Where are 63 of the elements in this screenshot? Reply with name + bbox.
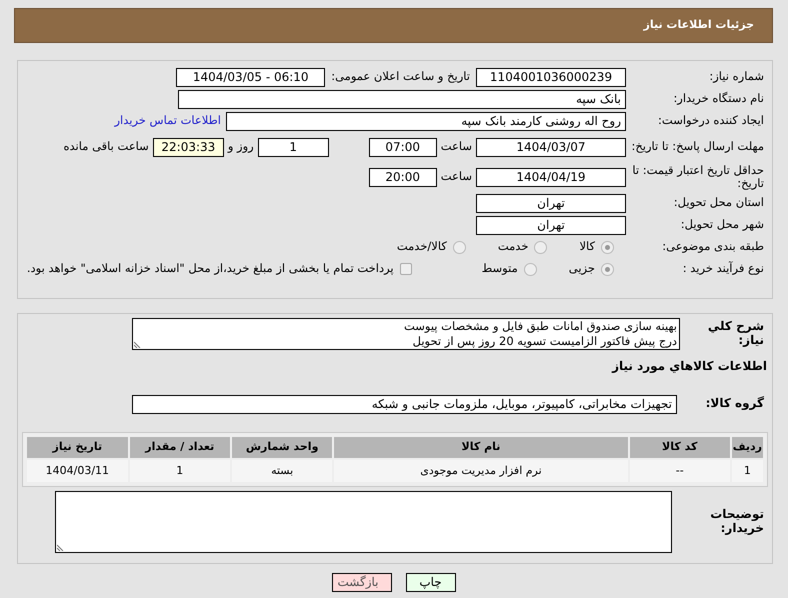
section-title: اطلاعات کالاهاي مورد نياز bbox=[610, 358, 768, 375]
contact-link[interactable]: اطلاعات تماس خریدار bbox=[114, 112, 221, 130]
table-cell: 1404/03/11 bbox=[27, 460, 128, 482]
table-cell: نرم افزار مدیریت موجودی bbox=[334, 460, 628, 482]
radio-button[interactable] bbox=[452, 240, 466, 254]
text-field[interactable]: 07:00 bbox=[368, 138, 437, 156]
countdown-field[interactable]: 22:03:33 bbox=[152, 138, 224, 156]
radio-label: کالا bbox=[579, 238, 595, 256]
checkbox-label: پرداخت تمام یا بخشی از مبلغ خرید،از محل "اسناد خزانه اسلامی" خواهد بود. bbox=[26, 260, 394, 278]
field-label: نام دستگاه خریدار: bbox=[672, 92, 765, 106]
description-textarea[interactable]: بهینه سازی صندوق امانات طبق فایل و مشخصات پیوست درج پیش فاکتور الزامیست تسویه 20 روز پس از تحویل bbox=[132, 318, 680, 350]
text-field[interactable]: روح اله روشنی کارمند بانک سپه bbox=[226, 112, 626, 130]
text-field[interactable]: 1404/04/19 bbox=[476, 168, 626, 186]
field-label: شهر محل تحویل: bbox=[680, 218, 765, 232]
column-header: واحد شمارش bbox=[232, 437, 332, 458]
radio-label: جزیی bbox=[568, 260, 595, 278]
notes-textarea[interactable] bbox=[55, 491, 672, 553]
text-field[interactable]: 1104001036000239 bbox=[476, 68, 626, 86]
text-field[interactable]: 1404/03/05 - 06:10 bbox=[176, 68, 326, 86]
resize-grip-icon[interactable] bbox=[57, 544, 64, 551]
table-cell: -- bbox=[630, 460, 730, 482]
field-label: شرح کلي نياز: bbox=[706, 320, 765, 348]
column-header: تاریخ نیاز bbox=[27, 437, 128, 458]
field-label: استان محل تحویل: bbox=[672, 196, 765, 210]
text-field[interactable]: 20:00 bbox=[368, 168, 437, 186]
table-cell: بسته bbox=[232, 460, 332, 482]
column-header: تعداد / مقدار bbox=[130, 437, 230, 458]
text-field[interactable]: تجهیزات مخابراتی، کامپیوتر، موبایل، ملزومات جانبی و شبکه bbox=[132, 394, 677, 414]
text-field[interactable]: تهران bbox=[476, 216, 626, 234]
field-label: مهلت ارسال پاسخ: تا تاریخ: bbox=[630, 140, 765, 154]
table-cell: 1 bbox=[732, 460, 763, 482]
checkbox[interactable] bbox=[400, 263, 412, 275]
radio-label: متوسط bbox=[482, 260, 518, 278]
field-label: ساعت bbox=[440, 168, 472, 186]
column-header: کد کالا bbox=[630, 437, 730, 458]
radio-button[interactable] bbox=[601, 240, 614, 254]
field-label: طبقه بندی موضوعی: bbox=[661, 240, 765, 254]
table-cell: 1 bbox=[130, 460, 230, 482]
resize-grip-icon[interactable] bbox=[134, 341, 141, 348]
field-label: نوع فرآیند خرید : bbox=[682, 262, 765, 276]
field-label: ایجاد کننده درخواست: bbox=[657, 114, 765, 128]
field-label: شماره نیاز: bbox=[708, 70, 765, 84]
text-field[interactable]: تهران bbox=[476, 194, 626, 212]
page-title: جزئیات اطلاعات نیاز bbox=[644, 17, 754, 34]
text-field[interactable]: 1404/03/07 bbox=[476, 138, 626, 156]
field-label: توضیحات خریدار: bbox=[709, 508, 765, 536]
field-label: ساعت bbox=[440, 138, 472, 156]
field-label: گروه کالا: bbox=[704, 397, 765, 411]
column-header: ردیف bbox=[732, 437, 763, 458]
column-header: نام کالا bbox=[334, 437, 628, 458]
radio-button[interactable] bbox=[524, 262, 537, 276]
field-label: حداقل تاریخ اعتبار قیمت: تا تاریخ: bbox=[631, 164, 765, 190]
field-label: روز و bbox=[228, 138, 254, 156]
text-field[interactable]: 1 bbox=[258, 138, 329, 156]
text-field[interactable]: بانک سپه bbox=[178, 90, 626, 108]
radio-button[interactable] bbox=[601, 262, 614, 276]
print-button[interactable]: چاپ bbox=[406, 573, 456, 592]
field-label: ساعت باقی مانده bbox=[64, 138, 149, 156]
field-label: تاریخ و ساعت اعلان عمومی: bbox=[331, 68, 470, 86]
radio-label: خدمت bbox=[498, 238, 528, 256]
radio-label: کالا/خدمت bbox=[396, 238, 447, 256]
back-button[interactable]: بازگشت bbox=[332, 573, 392, 592]
radio-button[interactable] bbox=[534, 240, 548, 254]
